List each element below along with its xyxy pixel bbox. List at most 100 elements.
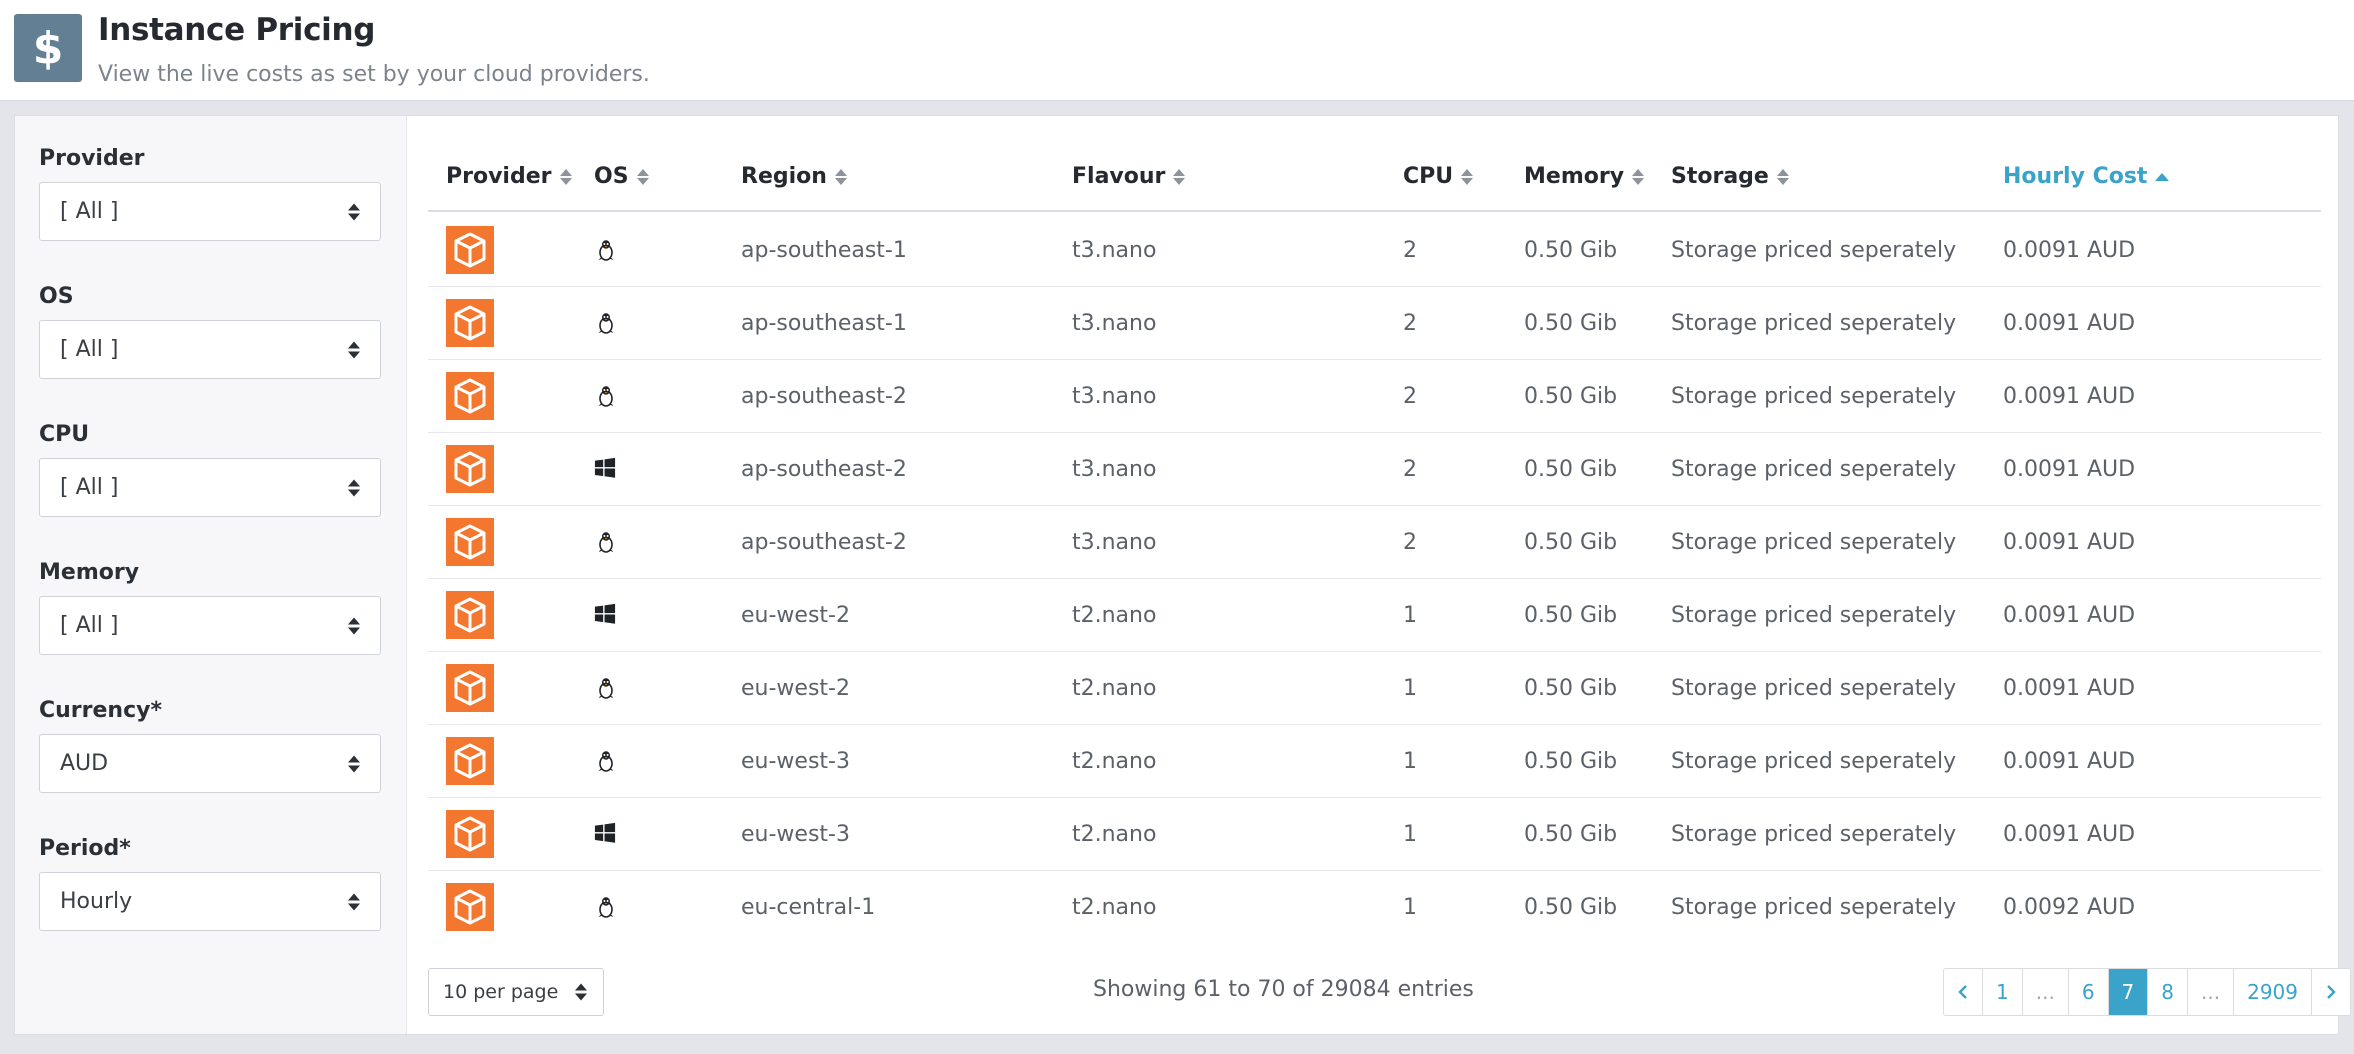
aws-logo-icon bbox=[446, 445, 494, 493]
linux-icon bbox=[594, 238, 618, 262]
cell-provider bbox=[446, 287, 494, 359]
page-button-2909[interactable]: 2909 bbox=[2234, 969, 2312, 1015]
select-arrows-icon bbox=[348, 203, 360, 220]
cell-cpu: 1 bbox=[1403, 675, 1417, 701]
cpu-select-value: [ All ] bbox=[60, 475, 119, 500]
cell-storage: Storage priced seperately bbox=[1671, 894, 1957, 920]
table-row[interactable]: eu-west-2 t2.nano 1 0.50 Gib Storage priced … bbox=[428, 579, 2321, 652]
cell-flavour: t3.nano bbox=[1072, 456, 1157, 482]
table-row[interactable]: eu-west-2 t2.nano 1 0.50 Gib Storage priced … bbox=[428, 652, 2321, 725]
sort-icon bbox=[834, 168, 847, 185]
cell-region: ap-southeast-2 bbox=[741, 529, 907, 555]
column-header-flavour[interactable]: Flavour bbox=[1072, 164, 1186, 189]
memory-select[interactable]: [ All ] bbox=[39, 596, 381, 655]
os-select-value: [ All ] bbox=[60, 337, 119, 362]
cell-cpu: 2 bbox=[1403, 383, 1417, 409]
linux-icon bbox=[594, 384, 618, 408]
aws-logo-icon bbox=[446, 299, 494, 347]
cell-memory: 0.50 Gib bbox=[1524, 821, 1618, 847]
period-select[interactable]: Hourly bbox=[39, 872, 381, 931]
aws-logo-icon bbox=[446, 737, 494, 785]
cell-provider bbox=[446, 506, 494, 578]
page-subtitle: View the live costs as set by your cloud… bbox=[98, 62, 650, 87]
table-row[interactable]: ap-southeast-2 t3.nano 2 0.50 Gib Storage pr… bbox=[428, 506, 2321, 579]
column-header-region[interactable]: Region bbox=[741, 164, 847, 189]
cell-os bbox=[594, 287, 618, 359]
sort-ascending-icon bbox=[2155, 172, 2170, 181]
currency-select-value: AUD bbox=[60, 751, 109, 776]
column-header-memory[interactable]: Memory bbox=[1524, 164, 1645, 189]
aws-logo-icon bbox=[446, 518, 494, 566]
sort-icon bbox=[1776, 168, 1789, 185]
page-button-7[interactable]: 7 bbox=[2108, 969, 2149, 1015]
cell-os bbox=[594, 652, 618, 724]
period-select-value: Hourly bbox=[60, 889, 133, 914]
cell-os bbox=[594, 725, 618, 797]
select-arrows-icon bbox=[348, 479, 360, 496]
cell-provider bbox=[446, 579, 494, 651]
column-header-os[interactable]: OS bbox=[594, 164, 649, 189]
next-page-button[interactable] bbox=[2312, 969, 2350, 1015]
page-button-8[interactable]: 8 bbox=[2148, 969, 2189, 1015]
sort-icon bbox=[1632, 168, 1645, 185]
table-row[interactable]: ap-southeast-2 t3.nano 2 0.50 Gib Storage pr… bbox=[428, 433, 2321, 506]
table-row[interactable]: ap-southeast-2 t3.nano 2 0.50 Gib Storage pr… bbox=[428, 360, 2321, 433]
cell-provider bbox=[446, 871, 494, 943]
pricing-panel: Provider [ All ] OS [ All ] CPU [ All ] … bbox=[14, 115, 2351, 1035]
cell-flavour: t3.nano bbox=[1072, 529, 1157, 555]
cell-os bbox=[594, 433, 618, 505]
table-row[interactable]: eu-central-1 t2.nano 1 0.50 Gib Storage pric… bbox=[428, 871, 2321, 944]
cell-storage: Storage priced seperately bbox=[1671, 310, 1957, 336]
page-button-1[interactable]: 1 bbox=[1983, 969, 2023, 1015]
cell-memory: 0.50 Gib bbox=[1524, 894, 1618, 920]
cell-memory: 0.50 Gib bbox=[1524, 529, 1618, 555]
cell-os bbox=[594, 798, 618, 870]
cell-storage: Storage priced seperately bbox=[1671, 821, 1957, 847]
cell-storage: Storage priced seperately bbox=[1671, 237, 1957, 263]
currency-select[interactable]: AUD bbox=[39, 734, 381, 793]
cell-os bbox=[594, 214, 618, 286]
os-select[interactable]: [ All ] bbox=[39, 320, 381, 379]
filter-label-provider: Provider bbox=[39, 146, 145, 171]
table-row[interactable]: ap-southeast-1 t3.nano 2 0.50 Gib Storage pr… bbox=[428, 214, 2321, 287]
page-button-6[interactable]: 6 bbox=[2068, 969, 2109, 1015]
cell-memory: 0.50 Gib bbox=[1524, 456, 1618, 482]
linux-icon bbox=[594, 749, 618, 773]
cell-memory: 0.50 Gib bbox=[1524, 310, 1618, 336]
cell-flavour: t2.nano bbox=[1072, 821, 1157, 847]
cpu-select[interactable]: [ All ] bbox=[39, 458, 381, 517]
table-header: Provider OS Region Flavour CPU Memory St… bbox=[428, 150, 2321, 212]
cell-provider bbox=[446, 433, 494, 505]
table-body: ap-southeast-1 t3.nano 2 0.50 Gib Storage pr… bbox=[428, 214, 2321, 944]
page-title: Instance Pricing bbox=[98, 12, 376, 48]
cell-storage: Storage priced seperately bbox=[1671, 602, 1957, 628]
cell-hourly-cost: 0.0091 AUD bbox=[2003, 237, 2136, 263]
cell-provider bbox=[446, 360, 494, 432]
entries-info: Showing 61 to 70 of 29084 entries bbox=[1093, 977, 1474, 1002]
table-row[interactable]: eu-west-3 t2.nano 1 0.50 Gib Storage priced … bbox=[428, 798, 2321, 871]
filter-label-period: Period* bbox=[39, 836, 131, 861]
column-header-cpu[interactable]: CPU bbox=[1403, 164, 1474, 189]
memory-select-value: [ All ] bbox=[60, 613, 119, 638]
cell-storage: Storage priced seperately bbox=[1671, 748, 1957, 774]
cell-os bbox=[594, 360, 618, 432]
per-page-select[interactable]: 10 per page bbox=[428, 968, 604, 1016]
cell-storage: Storage priced seperately bbox=[1671, 675, 1957, 701]
cell-flavour: t3.nano bbox=[1072, 383, 1157, 409]
column-header-provider[interactable]: Provider bbox=[446, 164, 572, 189]
filter-sidebar: Provider [ All ] OS [ All ] CPU [ All ] … bbox=[15, 116, 407, 1034]
select-arrows-icon bbox=[348, 755, 360, 772]
select-arrows-icon bbox=[575, 983, 587, 1001]
cell-cpu: 2 bbox=[1403, 310, 1417, 336]
cell-memory: 0.50 Gib bbox=[1524, 602, 1618, 628]
aws-logo-icon bbox=[446, 226, 494, 274]
column-header-hourly-cost[interactable]: Hourly Cost bbox=[2003, 164, 2170, 189]
linux-icon bbox=[594, 676, 618, 700]
table-row[interactable]: eu-west-3 t2.nano 1 0.50 Gib Storage priced … bbox=[428, 725, 2321, 798]
table-row[interactable]: ap-southeast-1 t3.nano 2 0.50 Gib Storage pr… bbox=[428, 287, 2321, 360]
prev-page-button[interactable] bbox=[1944, 969, 1983, 1015]
aws-logo-icon bbox=[446, 883, 494, 931]
column-header-storage[interactable]: Storage bbox=[1671, 164, 1789, 189]
provider-select[interactable]: [ All ] bbox=[39, 182, 381, 241]
cell-flavour: t3.nano bbox=[1072, 237, 1157, 263]
